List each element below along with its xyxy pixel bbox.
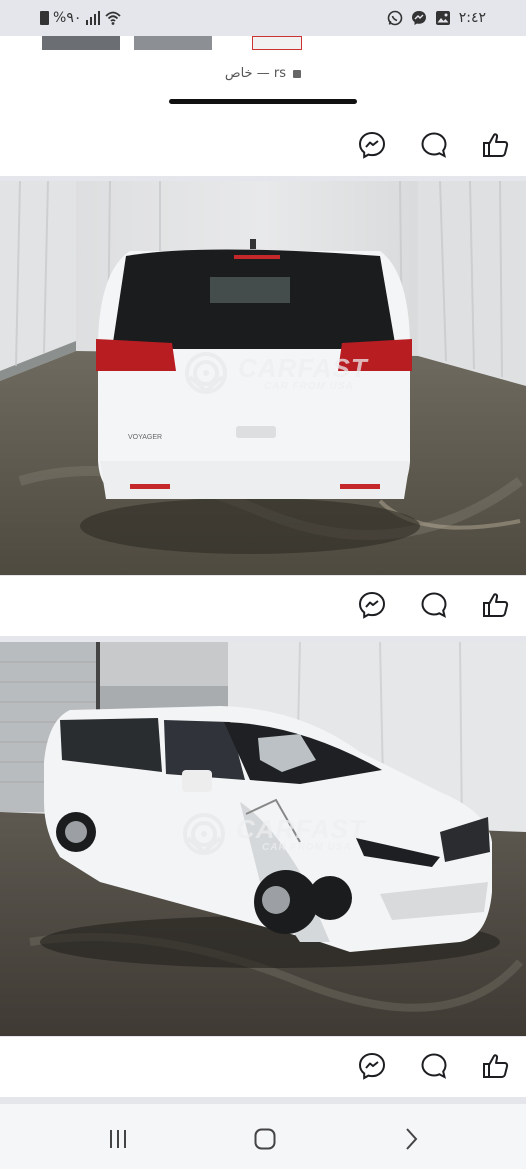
system-navigation-bar xyxy=(0,1104,526,1169)
watermark: CARFAST CAR FROM USA xyxy=(182,812,366,856)
watermark-brand: CARFAST xyxy=(238,352,368,383)
gallery-icon xyxy=(435,11,450,25)
watermark-tagline: CAR FROM USA xyxy=(264,380,354,392)
recent-apps-button[interactable] xyxy=(103,1124,133,1154)
site-label[interactable]: خاص — rs xyxy=(0,66,526,81)
comment-icon[interactable] xyxy=(419,130,449,160)
status-right: ٢:٤٢ xyxy=(387,10,486,26)
thumbnail[interactable] xyxy=(42,36,120,50)
clock: ٢:٤٢ xyxy=(458,10,486,26)
messenger-share-icon[interactable] xyxy=(357,1051,387,1081)
watermark-brand: CARFAST xyxy=(236,813,366,844)
signal-icon xyxy=(86,11,101,25)
status-left: %٩٠ xyxy=(40,10,121,26)
thumbnail[interactable] xyxy=(134,36,212,50)
messenger-share-icon[interactable] xyxy=(357,130,387,160)
messenger-share-icon[interactable] xyxy=(357,590,387,620)
site-text: خاص — rs xyxy=(224,66,286,81)
wifi-icon xyxy=(105,11,121,25)
thumbnail[interactable] xyxy=(252,36,302,50)
battery-icon xyxy=(40,11,49,25)
drag-handle[interactable] xyxy=(169,99,357,104)
comment-icon[interactable] xyxy=(419,590,449,620)
status-bar: %٩٠ ٢:٤٢ xyxy=(0,0,526,36)
carfast-logo-icon xyxy=(185,352,227,394)
post-action-bar xyxy=(0,576,526,636)
whatsapp-icon xyxy=(387,10,403,26)
home-button[interactable] xyxy=(250,1124,280,1154)
battery-percent: %٩٠ xyxy=(53,10,82,26)
thumbnail-strip xyxy=(0,36,526,52)
post-photo-rear[interactable]: VOYAGER CARFAST CAR FROM USA xyxy=(0,181,526,575)
carfast-logo-icon xyxy=(183,813,225,855)
comment-icon[interactable] xyxy=(419,1051,449,1081)
like-icon[interactable] xyxy=(481,130,511,160)
lock-icon xyxy=(293,69,302,78)
like-icon[interactable] xyxy=(481,1051,511,1081)
watermark: CARFAST CAR FROM USA xyxy=(184,351,368,395)
messenger-icon xyxy=(411,11,426,25)
back-button[interactable] xyxy=(396,1124,426,1154)
post-photo-front[interactable]: CARFAST CAR FROM USA xyxy=(0,642,526,1036)
model-badge: VOYAGER xyxy=(128,434,162,441)
watermark-tagline: CAR FROM USA xyxy=(262,841,352,853)
address-area: خاص — rs xyxy=(0,52,526,116)
post-action-bar xyxy=(0,116,526,176)
like-icon[interactable] xyxy=(481,590,511,620)
post-action-bar xyxy=(0,1037,526,1097)
